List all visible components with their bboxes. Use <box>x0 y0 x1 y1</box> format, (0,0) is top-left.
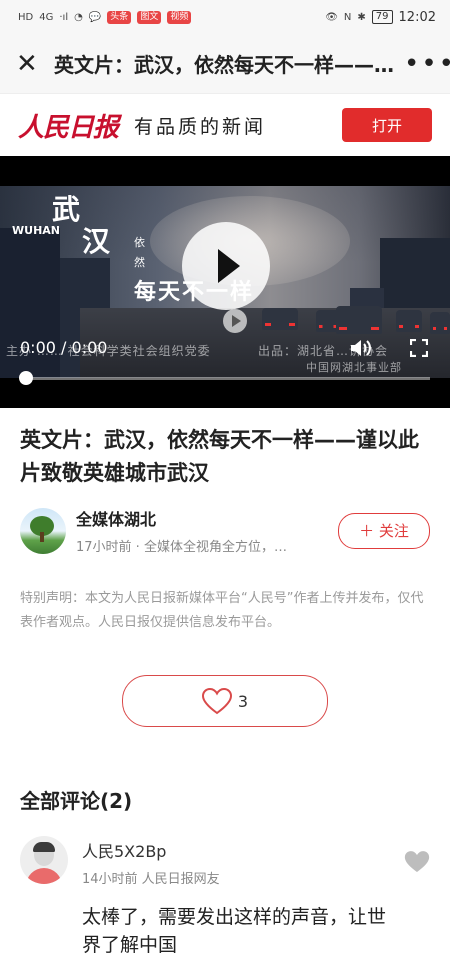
battery-icon: 79 <box>371 10 393 24</box>
author-row: 全媒体湖北 17小时前 · 全媒体全视角全方位，… ＋ 关注 <box>20 506 430 555</box>
video-subtitle-char: 然 <box>134 256 145 269</box>
video-subtitle-char: 依 <box>134 236 145 249</box>
video-player[interactable]: 武 汉 WUHAN 依 然 每天不一样 主办 …… 社会科学类社会组织党委 出品… <box>0 156 450 408</box>
video-credits-right-2: 中国网湖北事业部 <box>306 361 402 374</box>
video-title-char: 汉 <box>82 225 111 258</box>
page-title: 英文片：武汉，依然每天不一样——… <box>54 53 394 77</box>
volume-icon[interactable] <box>350 339 372 357</box>
avatar-hair <box>33 842 55 852</box>
network-type-indicator: 4G <box>39 11 54 23</box>
avatar-body <box>26 868 62 884</box>
clock: 12:02 <box>398 9 436 25</box>
status-left-icons: HD 4G ·ıl ◔ 💬 头条 图文 视频 <box>18 10 192 24</box>
app-notification-icon: 图文 <box>137 10 162 24</box>
more-options-icon[interactable]: ••• <box>404 49 450 79</box>
like-count: 3 <box>237 691 249 711</box>
nfc-icon: N <box>343 11 352 23</box>
car <box>430 312 450 334</box>
hd-indicator: HD <box>18 11 34 23</box>
comments-heading: 全部评论(2) <box>20 789 133 813</box>
status-right-icons: 👁 N ✱ 79 12:02 <box>325 10 436 25</box>
comment-meta: 14小时前 人民日报网友 <box>82 872 220 887</box>
commenter-name[interactable]: 人民5X2Bp <box>82 838 404 862</box>
comment-text: 太棒了，需要发出这样的声音，让世界了解中国 <box>82 906 387 956</box>
author-info: 全媒体湖北 17小时前 · 全媒体全视角全方位，… <box>76 506 338 555</box>
car <box>262 308 298 330</box>
car <box>396 310 422 332</box>
disclaimer-text: 特别声明：本文为人民日报新媒体平台“人民号”作者上传并发布，仅代表作者观点。人民… <box>20 591 424 630</box>
progress-knob[interactable] <box>19 371 33 385</box>
article: 英文片：武汉，依然每天不一样——谨以此片致敬英雄城市武汉 全媒体湖北 17小时前… <box>0 424 450 959</box>
heart-icon <box>201 687 232 714</box>
app-notification-icon: 视频 <box>167 10 192 24</box>
like-section: 3 <box>20 675 430 727</box>
car <box>336 306 382 334</box>
banner-slogan: 有品质的新闻 <box>134 115 267 138</box>
author-name[interactable]: 全媒体湖北 <box>76 506 338 530</box>
app-notification-icon: 头条 <box>107 10 132 24</box>
small-play-icon[interactable] <box>223 309 247 333</box>
title-bar: ✕ 英文片：武汉，依然每天不一样——… ••• <box>0 34 450 94</box>
status-bar: HD 4G ·ıl ◔ 💬 头条 图文 视频 👁 N ✱ 79 12:02 <box>0 0 450 34</box>
follow-button[interactable]: ＋ 关注 <box>338 512 430 549</box>
article-title: 英文片：武汉，依然每天不一样——谨以此片致敬英雄城市武汉 <box>20 428 419 485</box>
video-title-char: 武 <box>52 193 81 226</box>
eye-comfort-icon: 👁 <box>325 11 338 23</box>
app-banner: 人民日报 有品质的新闻 打开 <box>0 94 450 156</box>
video-time: 0:00 / 0:00 <box>20 338 108 357</box>
bluetooth-icon: ✱ <box>357 11 366 23</box>
tree-trunk <box>40 531 44 542</box>
commenter-avatar[interactable] <box>20 836 68 884</box>
author-meta: 17小时前 · 全媒体全视角全方位，… <box>76 540 287 555</box>
like-button[interactable]: 3 <box>122 675 328 727</box>
video-progress-bar[interactable] <box>19 371 430 385</box>
comment-body: 人民5X2Bp 14小时前 人民日报网友 太棒了，需要发出这样的声音，让世界了解… <box>82 836 404 959</box>
signal-icon: ·ıl <box>59 11 69 23</box>
comment-like-icon[interactable] <box>404 850 430 874</box>
video-en-title: WUHAN <box>12 224 60 237</box>
close-icon[interactable]: ✕ <box>16 49 50 79</box>
author-avatar[interactable] <box>20 507 66 554</box>
message-icon: 💬 <box>88 11 102 23</box>
play-button[interactable] <box>182 222 270 310</box>
comment-item: 人民5X2Bp 14小时前 人民日报网友 太棒了，需要发出这样的声音，让世界了解… <box>20 836 430 959</box>
wifi-icon: ◔ <box>74 11 83 23</box>
people-daily-logo: 人民日报 <box>18 112 119 143</box>
open-app-button[interactable]: 打开 <box>342 108 432 142</box>
fullscreen-icon[interactable] <box>410 339 428 357</box>
